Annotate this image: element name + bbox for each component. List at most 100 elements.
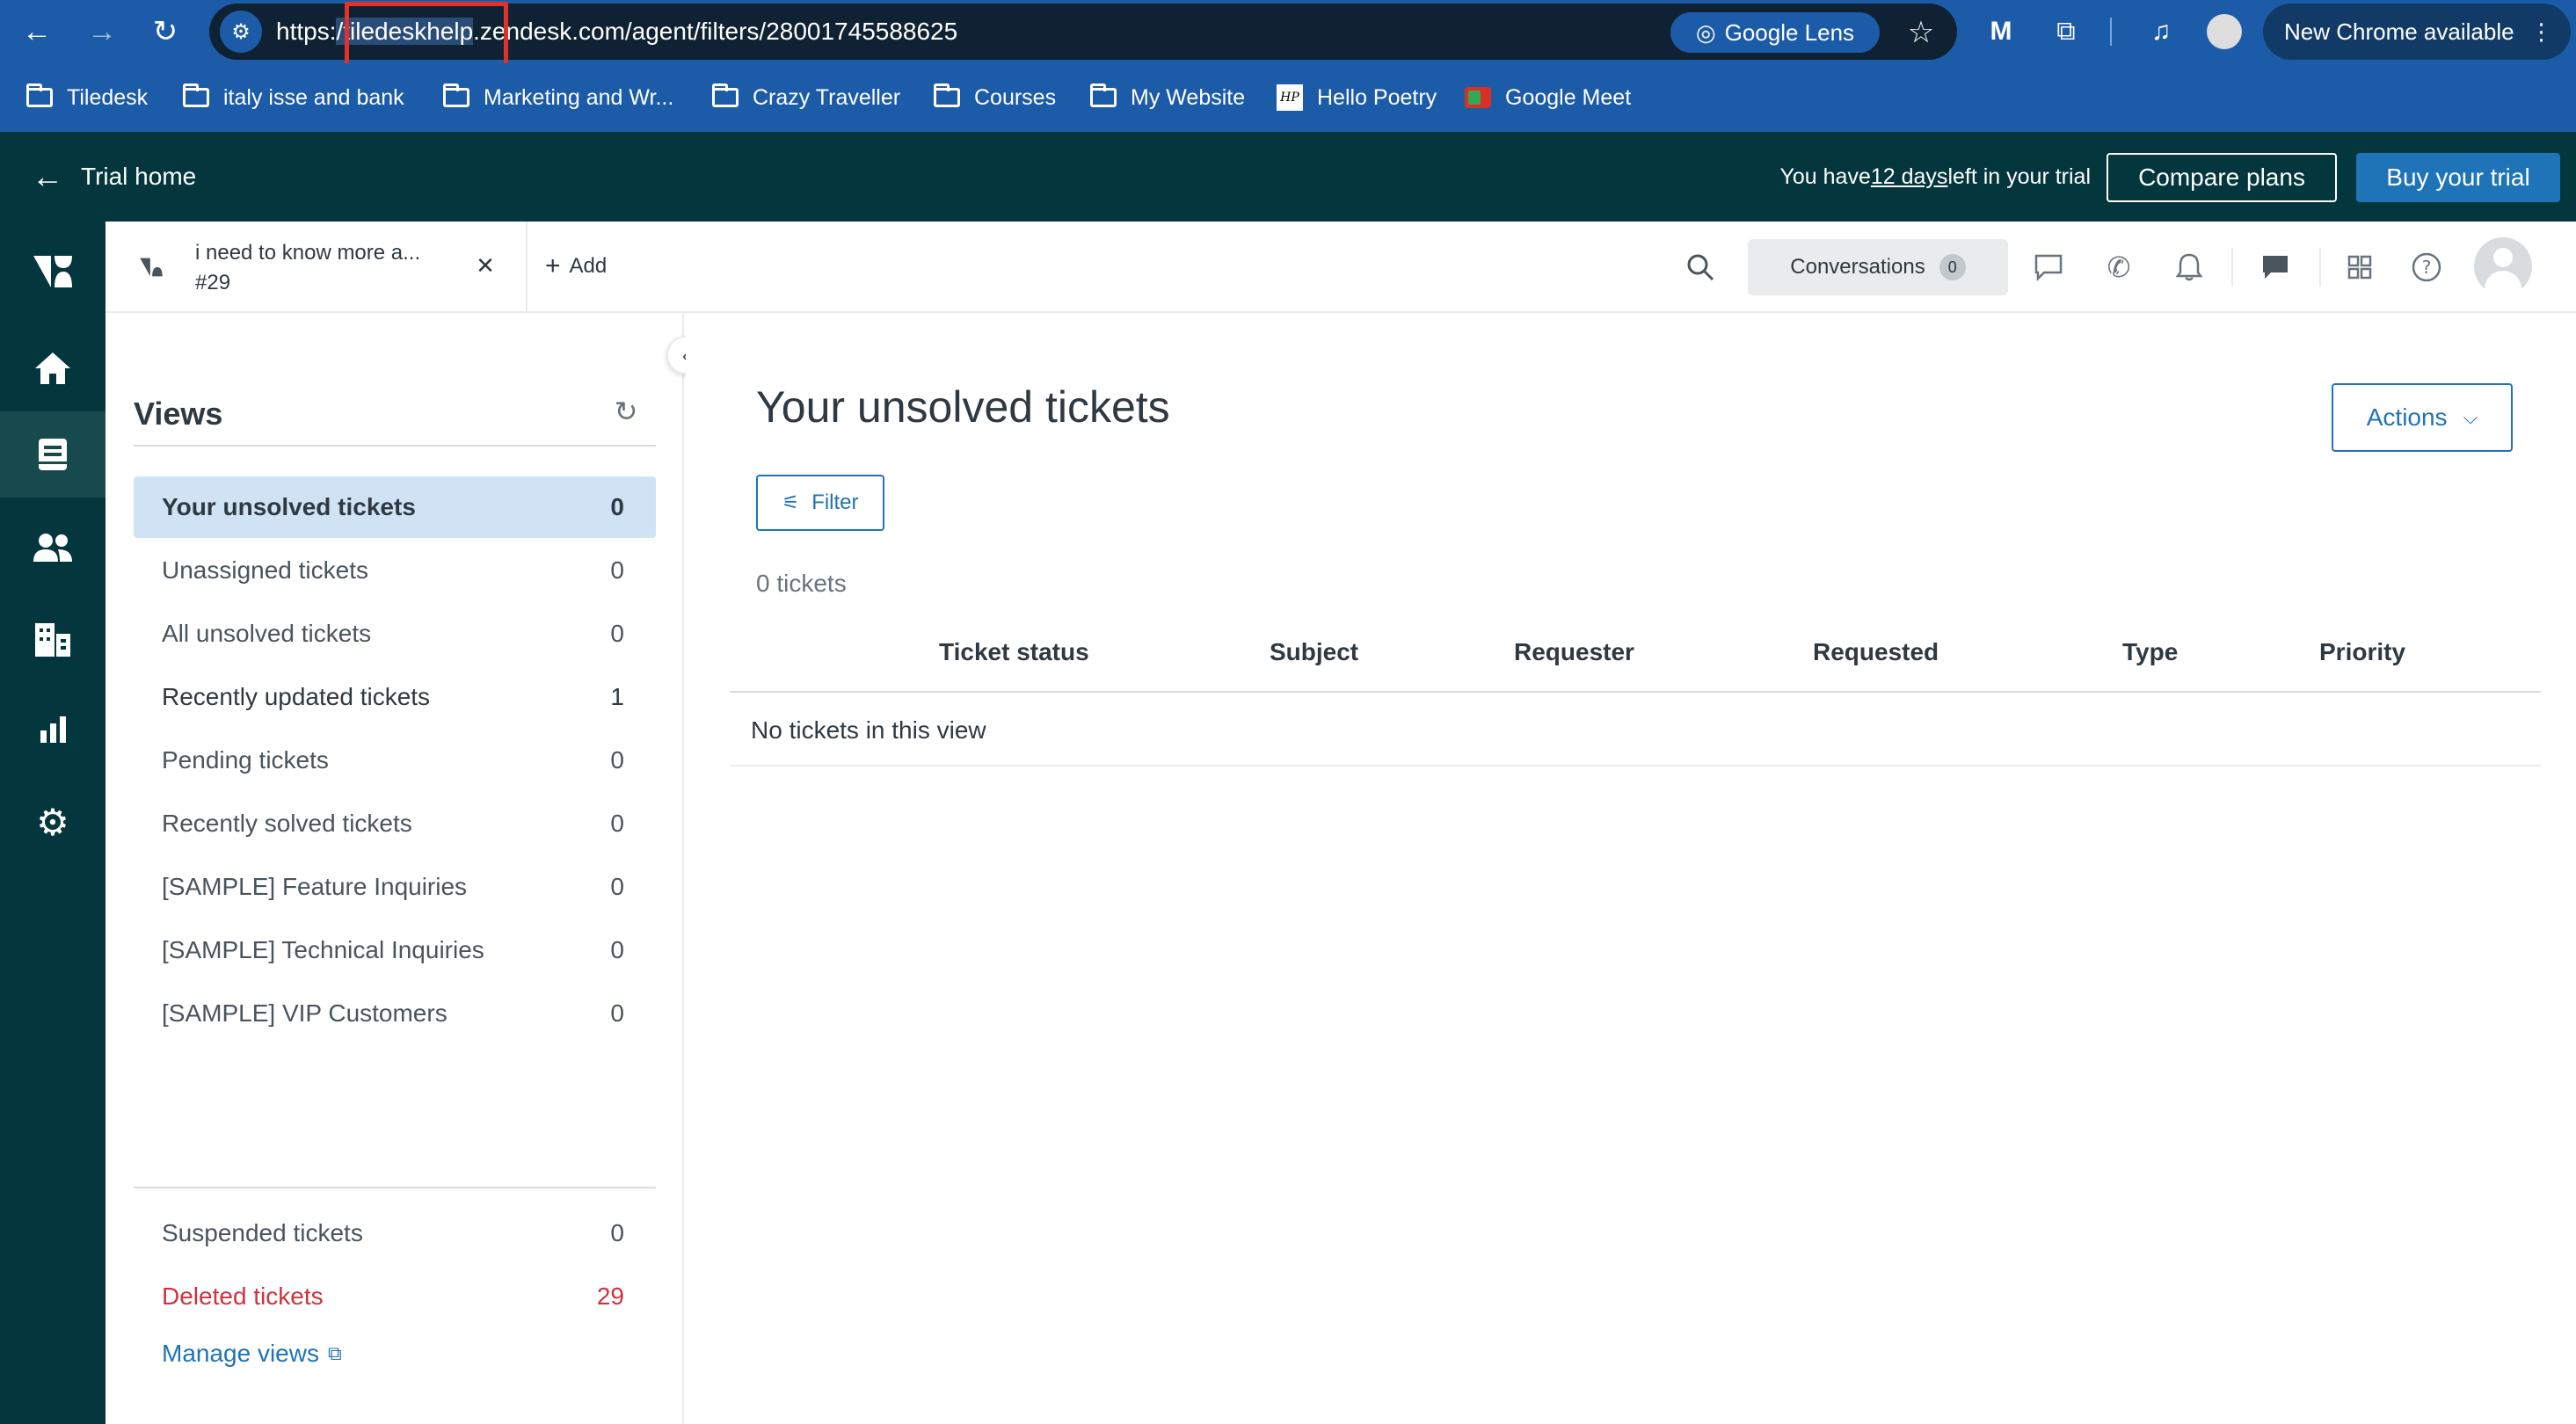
view-your-unsolved-tickets[interactable]: Your unsolved tickets 0 [134, 476, 656, 538]
annotation-highlight-box [345, 2, 508, 69]
new-chrome-available-button[interactable]: New Chrome available ⋮ [2263, 4, 2571, 60]
lens-icon: ◎ [1695, 18, 1716, 46]
apps-grid-icon[interactable] [2339, 246, 2381, 288]
bookmarks-bar: Tiledesk italy isse and bank Marketing a… [0, 63, 2576, 132]
bookmark-courses[interactable]: Courses [934, 63, 1056, 132]
folder-icon [443, 84, 469, 107]
trial-days-text: You have 12 days left in your trial [1779, 163, 2091, 190]
chat-bubble-icon[interactable] [2027, 246, 2070, 288]
app-header: i need to know more a... #29 ✕ + Add Conv… [106, 222, 2576, 313]
bookmark-my-website[interactable]: My Website [1090, 63, 1245, 132]
page-title: Your unsolved tickets [756, 382, 1170, 432]
reload-icon[interactable]: ↻ [144, 11, 186, 53]
column-header-priority[interactable]: Priority [2319, 612, 2405, 693]
column-header-ticket-status[interactable]: Ticket status [939, 612, 1089, 693]
browser-toolbar: ← → ↻ ⚙ https:/tiledeskhelp.zendesk.com/… [0, 0, 2576, 69]
kebab-menu-icon: ⋮ [2529, 18, 2553, 45]
view-recently-updated-tickets[interactable]: Recently updated tickets 1 [134, 666, 656, 728]
messaging-icon[interactable] [2254, 246, 2296, 288]
filter-button[interactable]: ⚟ Filter [756, 475, 884, 531]
ticket-tab-title: i need to know more a... [195, 241, 421, 265]
phone-icon[interactable]: ✆ [2098, 246, 2140, 288]
close-icon[interactable]: ✕ [468, 248, 503, 283]
column-header-requested[interactable]: Requested [1813, 612, 1939, 693]
back-arrow-icon[interactable]: ← [16, 11, 58, 53]
notifications-bell-icon[interactable] [2168, 246, 2210, 288]
left-navigation-rail: ⚙ [0, 222, 106, 1424]
toolbar-divider [2110, 18, 2112, 46]
view-pending-tickets[interactable]: Pending tickets 0 [134, 730, 656, 791]
views-icon[interactable] [0, 411, 106, 498]
add-tab-button[interactable]: + Add [545, 244, 607, 288]
hello-poetry-icon: HP [1277, 84, 1303, 111]
external-link-icon: ⧉ [327, 1342, 342, 1364]
folder-icon [26, 84, 53, 107]
folder-icon [712, 84, 739, 107]
column-header-requester[interactable]: Requester [1514, 612, 1634, 693]
trial-home-link[interactable]: ← Trial home [32, 132, 196, 222]
home-icon[interactable] [0, 325, 106, 411]
bookmark-italy-isse-and-bank[interactable]: italy isse and bank [183, 63, 404, 132]
site-info-icon[interactable]: ⚙ [220, 11, 262, 53]
zendesk-logo-icon[interactable] [0, 229, 106, 315]
divider [134, 445, 656, 447]
bookmark-star-icon[interactable]: ☆ [1897, 9, 1945, 56]
back-arrow-icon: ← [32, 158, 63, 194]
ticket-tab-number: #29 [195, 271, 231, 294]
empty-state-text: No tickets in this view [751, 716, 986, 744]
reporting-icon[interactable] [0, 686, 106, 772]
ticket-tab[interactable]: i need to know more a... #29 ✕ [106, 222, 528, 311]
extensions-puzzle-icon[interactable]: ⧉ [2045, 11, 2087, 53]
avatar[interactable] [2474, 237, 2532, 295]
compare-plans-button[interactable]: Compare plans [2107, 153, 2337, 202]
google-meet-icon [1465, 87, 1491, 108]
actions-dropdown-button[interactable]: Actions ⌵ [2332, 383, 2513, 452]
folder-icon [1090, 84, 1117, 107]
plus-icon: + [545, 251, 561, 280]
view-unassigned-tickets[interactable]: Unassigned tickets 0 [134, 540, 656, 601]
forward-arrow-icon[interactable]: → [81, 11, 123, 53]
search-icon[interactable] [1679, 246, 1721, 288]
ticket-tab-logo-icon [135, 251, 167, 283]
extension-m-icon[interactable]: M [1980, 11, 2022, 53]
view-sample-technical-inquiries[interactable]: [SAMPLE] Technical Inquiries 0 [134, 919, 656, 981]
table-header: Ticket status Subject Requester Requeste… [730, 612, 2541, 693]
trial-days-link[interactable]: 12 days [1871, 164, 1948, 190]
customers-icon[interactable] [0, 505, 106, 591]
manage-views-link[interactable]: Manage views ⧉ [162, 1340, 342, 1368]
trial-banner: ← Trial home You have 12 days left in you… [0, 132, 2576, 222]
column-header-type[interactable]: Type [2122, 612, 2178, 693]
view-all-unsolved-tickets[interactable]: All unsolved tickets 0 [134, 603, 656, 665]
bookmark-google-meet[interactable]: Google Meet [1465, 63, 1631, 132]
view-deleted-tickets[interactable]: Deleted tickets 29 [134, 1266, 656, 1327]
admin-gear-icon[interactable]: ⚙ [0, 779, 106, 865]
table-empty-row: No tickets in this view [730, 694, 2541, 766]
view-recently-solved-tickets[interactable]: Recently solved tickets 0 [134, 793, 656, 854]
view-suspended-tickets[interactable]: Suspended tickets 0 [134, 1202, 656, 1264]
conversations-count-badge: 0 [1939, 254, 1966, 280]
views-panel: Views ↻ Your unsolved tickets 0 Unassigne… [106, 313, 684, 1424]
main-content: Your unsolved tickets Actions ⌵ ⚟ Filter 0… [686, 313, 2576, 1424]
column-header-subject[interactable]: Subject [1270, 612, 1358, 693]
media-controls-icon[interactable]: ♫ [2140, 11, 2182, 53]
bookmark-marketing[interactable]: Marketing and Wr... [443, 63, 673, 132]
divider [134, 1187, 656, 1188]
help-icon[interactable]: ? [2405, 246, 2448, 288]
folder-icon [934, 84, 960, 107]
filter-sliders-icon: ⚟ [782, 491, 800, 513]
organizations-icon[interactable] [0, 596, 106, 682]
conversations-button[interactable]: Conversations 0 [1748, 239, 2008, 295]
bookmark-hello-poetry[interactable]: HP Hello Poetry [1277, 63, 1437, 132]
chevron-down-icon: ⌵ [2463, 406, 2478, 428]
view-sample-vip-customers[interactable]: [SAMPLE] VIP Customers 0 [134, 983, 656, 1044]
refresh-icon[interactable]: ↻ [607, 392, 645, 431]
header-divider [2319, 248, 2321, 287]
view-sample-feature-inquiries[interactable]: [SAMPLE] Feature Inquiries 0 [134, 856, 656, 918]
header-divider [2231, 248, 2233, 287]
bookmark-crazy-traveller[interactable]: Crazy Traveller [712, 63, 900, 132]
views-title: Views [134, 396, 223, 432]
buy-trial-button[interactable]: Buy your trial [2356, 153, 2560, 202]
google-lens-button[interactable]: ◎ Google Lens [1670, 12, 1880, 53]
profile-icon[interactable] [2203, 11, 2245, 53]
bookmark-tiledesk[interactable]: Tiledesk [26, 63, 148, 132]
